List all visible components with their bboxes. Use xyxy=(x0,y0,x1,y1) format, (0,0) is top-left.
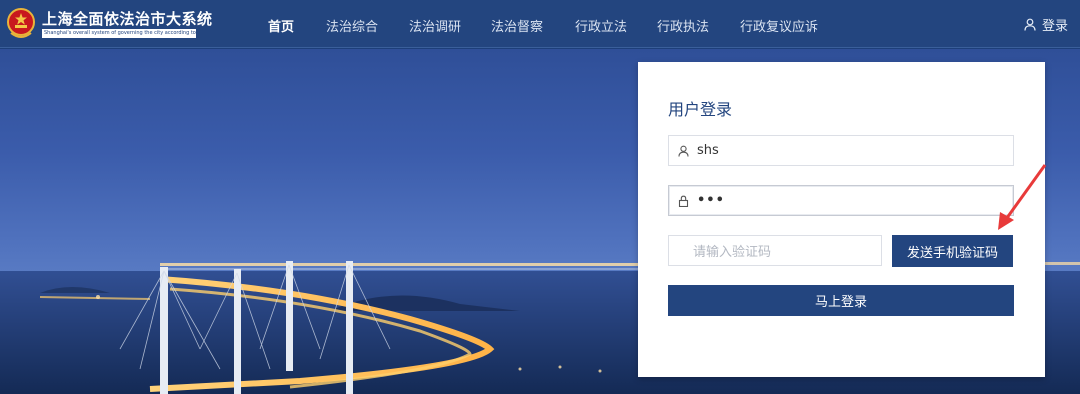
username-value: shs xyxy=(697,143,719,158)
code-placeholder: 请输入验证码 xyxy=(693,245,772,260)
login-title: 用户登录 xyxy=(668,100,733,119)
nav-law-supervision[interactable]: 法治督察 xyxy=(491,16,543,35)
nav-admin-reconsideration[interactable]: 行政复议应诉 xyxy=(740,16,818,35)
national-emblem-icon xyxy=(7,8,35,38)
verification-code-input[interactable]: 请输入验证码 xyxy=(668,235,882,266)
nav-admin-enforcement[interactable]: 行政执法 xyxy=(657,16,709,35)
lock-icon xyxy=(669,195,697,207)
nav-law-research[interactable]: 法治调研 xyxy=(409,16,461,35)
site-subtitle: Shanghai's overall system of governing t… xyxy=(42,29,196,38)
nav-law-overview[interactable]: 法治综合 xyxy=(326,16,378,35)
header-login-link[interactable]: 登录 xyxy=(1024,15,1068,34)
header-login-label: 登录 xyxy=(1041,18,1068,34)
username-field[interactable]: shs xyxy=(668,135,1014,166)
nav-home[interactable]: 首页 xyxy=(268,16,294,35)
annotation-arrow-icon xyxy=(998,164,1047,230)
password-value: ••• xyxy=(697,193,725,208)
site-logo[interactable]: 上海全面依法治市大系统 Shanghai's overall system of… xyxy=(6,5,212,43)
top-header: 上海全面依法治市大系统 Shanghai's overall system of… xyxy=(0,0,1080,48)
user-icon xyxy=(669,145,697,157)
login-panel: 用户登录 shs ••• 请输入验证码 发送手机验证码 马上登录 xyxy=(638,62,1045,377)
user-icon xyxy=(1024,18,1036,31)
send-sms-code-button[interactable]: 发送手机验证码 xyxy=(892,235,1013,267)
nav-admin-legislation[interactable]: 行政立法 xyxy=(575,16,627,35)
site-title: 上海全面依法治市大系统 xyxy=(42,10,213,28)
login-submit-button[interactable]: 马上登录 xyxy=(668,285,1014,316)
password-field[interactable]: ••• xyxy=(668,185,1014,216)
